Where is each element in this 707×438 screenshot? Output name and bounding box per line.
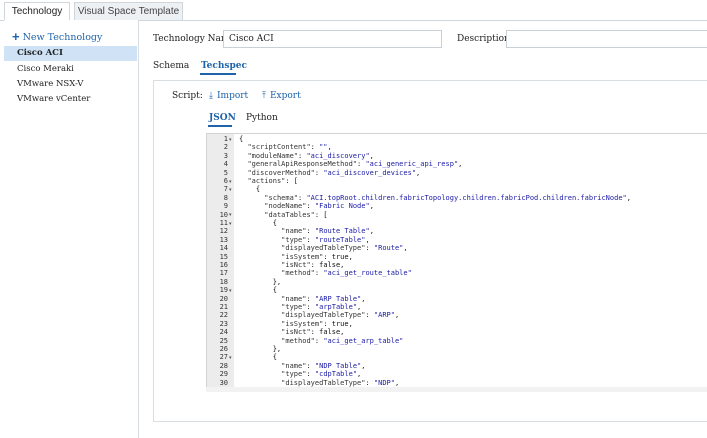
- code-line: "name": "ARP Table",: [281, 294, 366, 303]
- code-line: "method": "aci_get_arp_table": [281, 336, 404, 345]
- tab-techspec[interactable]: Techspec: [201, 61, 247, 71]
- code-line: {: [239, 185, 261, 194]
- code-line: "generalApiResponseMethod": "aci_generic…: [247, 160, 463, 169]
- new-technology-button[interactable]: + New Technology: [12, 28, 103, 44]
- line-number: 28: [219, 361, 228, 370]
- code-line: "type": "arpTable",: [281, 303, 362, 311]
- download-icon: ⤓: [209, 91, 213, 101]
- code-line: },: [239, 277, 282, 286]
- import-button[interactable]: ⤓ Import: [209, 91, 248, 101]
- line-number: 3: [223, 151, 228, 160]
- script-label: Script:: [172, 91, 203, 101]
- code-line: {: [239, 353, 277, 362]
- json-code-editor[interactable]: 1 ▾{2 "scriptContent": "", 3 "moduleName":…: [206, 133, 707, 389]
- line-number: 7: [223, 185, 228, 194]
- line-number: 29: [219, 370, 228, 379]
- import-label: Import: [216, 91, 249, 101]
- tab-visual-space-template[interactable]: Visual Space Template: [74, 2, 183, 20]
- line-number: 16: [219, 261, 228, 269]
- line-number: 12: [219, 227, 228, 236]
- fold-toggle-icon[interactable]: ▾: [229, 354, 232, 362]
- technology-name-input[interactable]: Cisco ACI: [223, 30, 442, 48]
- fold-toggle-icon[interactable]: ▾: [229, 287, 232, 295]
- line-number: 5: [223, 168, 228, 177]
- code-line: "name": "Route Table",: [281, 227, 374, 236]
- editor-horizontal-scrollbar[interactable]: [206, 387, 707, 392]
- line-number: 27: [219, 353, 228, 362]
- code-line: "displayedTableType": "ARP",: [281, 311, 400, 320]
- line-number: 24: [219, 328, 228, 337]
- fold-toggle-icon[interactable]: ▾: [229, 186, 232, 194]
- code-line: {: [239, 219, 277, 227]
- tab-json[interactable]: JSON: [209, 113, 236, 123]
- code-line: {: [239, 135, 244, 143]
- code-line: {: [239, 286, 277, 295]
- code-line: "discoverMethod": "aci_discover_devices"…: [247, 168, 421, 177]
- fold-toggle-icon[interactable]: ▾: [229, 136, 232, 144]
- tab-python[interactable]: Python: [246, 113, 278, 123]
- code-line: "dataTables": [: [264, 210, 328, 219]
- line-number: 6: [223, 177, 228, 185]
- description-label: Description:: [457, 34, 513, 44]
- code-line: "type": "routeTable",: [281, 235, 370, 244]
- code-line: },: [239, 345, 282, 353]
- line-number: 10: [219, 210, 228, 219]
- line-number: 15: [219, 252, 228, 261]
- code-line: "isSystem": true,: [281, 319, 353, 328]
- line-number: 19: [219, 286, 228, 295]
- line-number: 1: [223, 135, 228, 143]
- code-line: "isNct": false,: [281, 328, 345, 337]
- tab-technology[interactable]: Technology: [4, 2, 70, 22]
- line-number: 13: [219, 235, 228, 244]
- line-number: 4: [223, 160, 228, 169]
- tab-schema[interactable]: Schema: [153, 61, 189, 71]
- line-number: 8: [223, 193, 228, 202]
- code-line: "actions": [: [247, 177, 299, 185]
- line-number: 22: [219, 311, 228, 320]
- export-label: Export: [269, 91, 301, 101]
- code-line: "moduleName": "aci_discovery",: [247, 151, 374, 160]
- sidebar-item-cisco-aci[interactable]: Cisco ACI: [4, 46, 137, 61]
- line-number: 20: [219, 294, 228, 303]
- line-number: 2: [223, 143, 228, 152]
- line-number: 21: [219, 303, 228, 311]
- line-number: 17: [219, 269, 228, 278]
- line-number: 30: [219, 378, 228, 387]
- techspec-tab-underline: [200, 73, 236, 75]
- code-line: "nodeName": "Fabric Node",: [264, 202, 374, 211]
- description-input[interactable]: [506, 30, 707, 48]
- fold-toggle-icon[interactable]: ▾: [229, 178, 232, 186]
- line-number: 11: [219, 219, 228, 227]
- code-line: "type": "cdpTable",: [281, 370, 362, 379]
- code-line: "schema": "ACI.topRoot.children.fabricTo…: [264, 193, 631, 202]
- export-button[interactable]: ⤒ Export: [262, 91, 301, 101]
- sidebar-item-cisco-meraki[interactable]: Cisco Meraki: [4, 62, 137, 77]
- line-number: 23: [219, 319, 228, 328]
- plus-icon: +: [12, 29, 20, 44]
- code-line: "name": "NDP Table",: [281, 361, 366, 370]
- sidebar-item-vmware-nsx-v[interactable]: VMware NSX-V: [4, 77, 137, 92]
- new-technology-label: New Technology: [22, 32, 103, 43]
- line-number: 25: [219, 336, 228, 345]
- code-line: "displayedTableType": "Route",: [281, 244, 408, 253]
- code-line: "isNct": false,: [281, 261, 345, 269]
- line-number: 9: [223, 202, 228, 211]
- fold-toggle-icon[interactable]: ▾: [229, 211, 232, 219]
- upload-icon: ⤒: [262, 91, 266, 101]
- top-tab-bar: Technology Visual Space Template: [0, 0, 707, 22]
- json-tab-underline: [208, 125, 232, 127]
- code-line: "isSystem": true,: [281, 252, 353, 261]
- line-number: 14: [219, 244, 228, 253]
- fold-toggle-icon[interactable]: ▾: [229, 220, 232, 228]
- code-line: "displayedTableType": "NDP",: [281, 378, 400, 387]
- code-line: "scriptContent": "",: [247, 143, 332, 152]
- line-number: 26: [219, 345, 228, 353]
- sidebar-item-vmware-vcenter[interactable]: VMware vCenter: [4, 92, 137, 107]
- line-number: 18: [219, 277, 228, 286]
- code-line: "method": "aci_get_route_table": [281, 269, 412, 278]
